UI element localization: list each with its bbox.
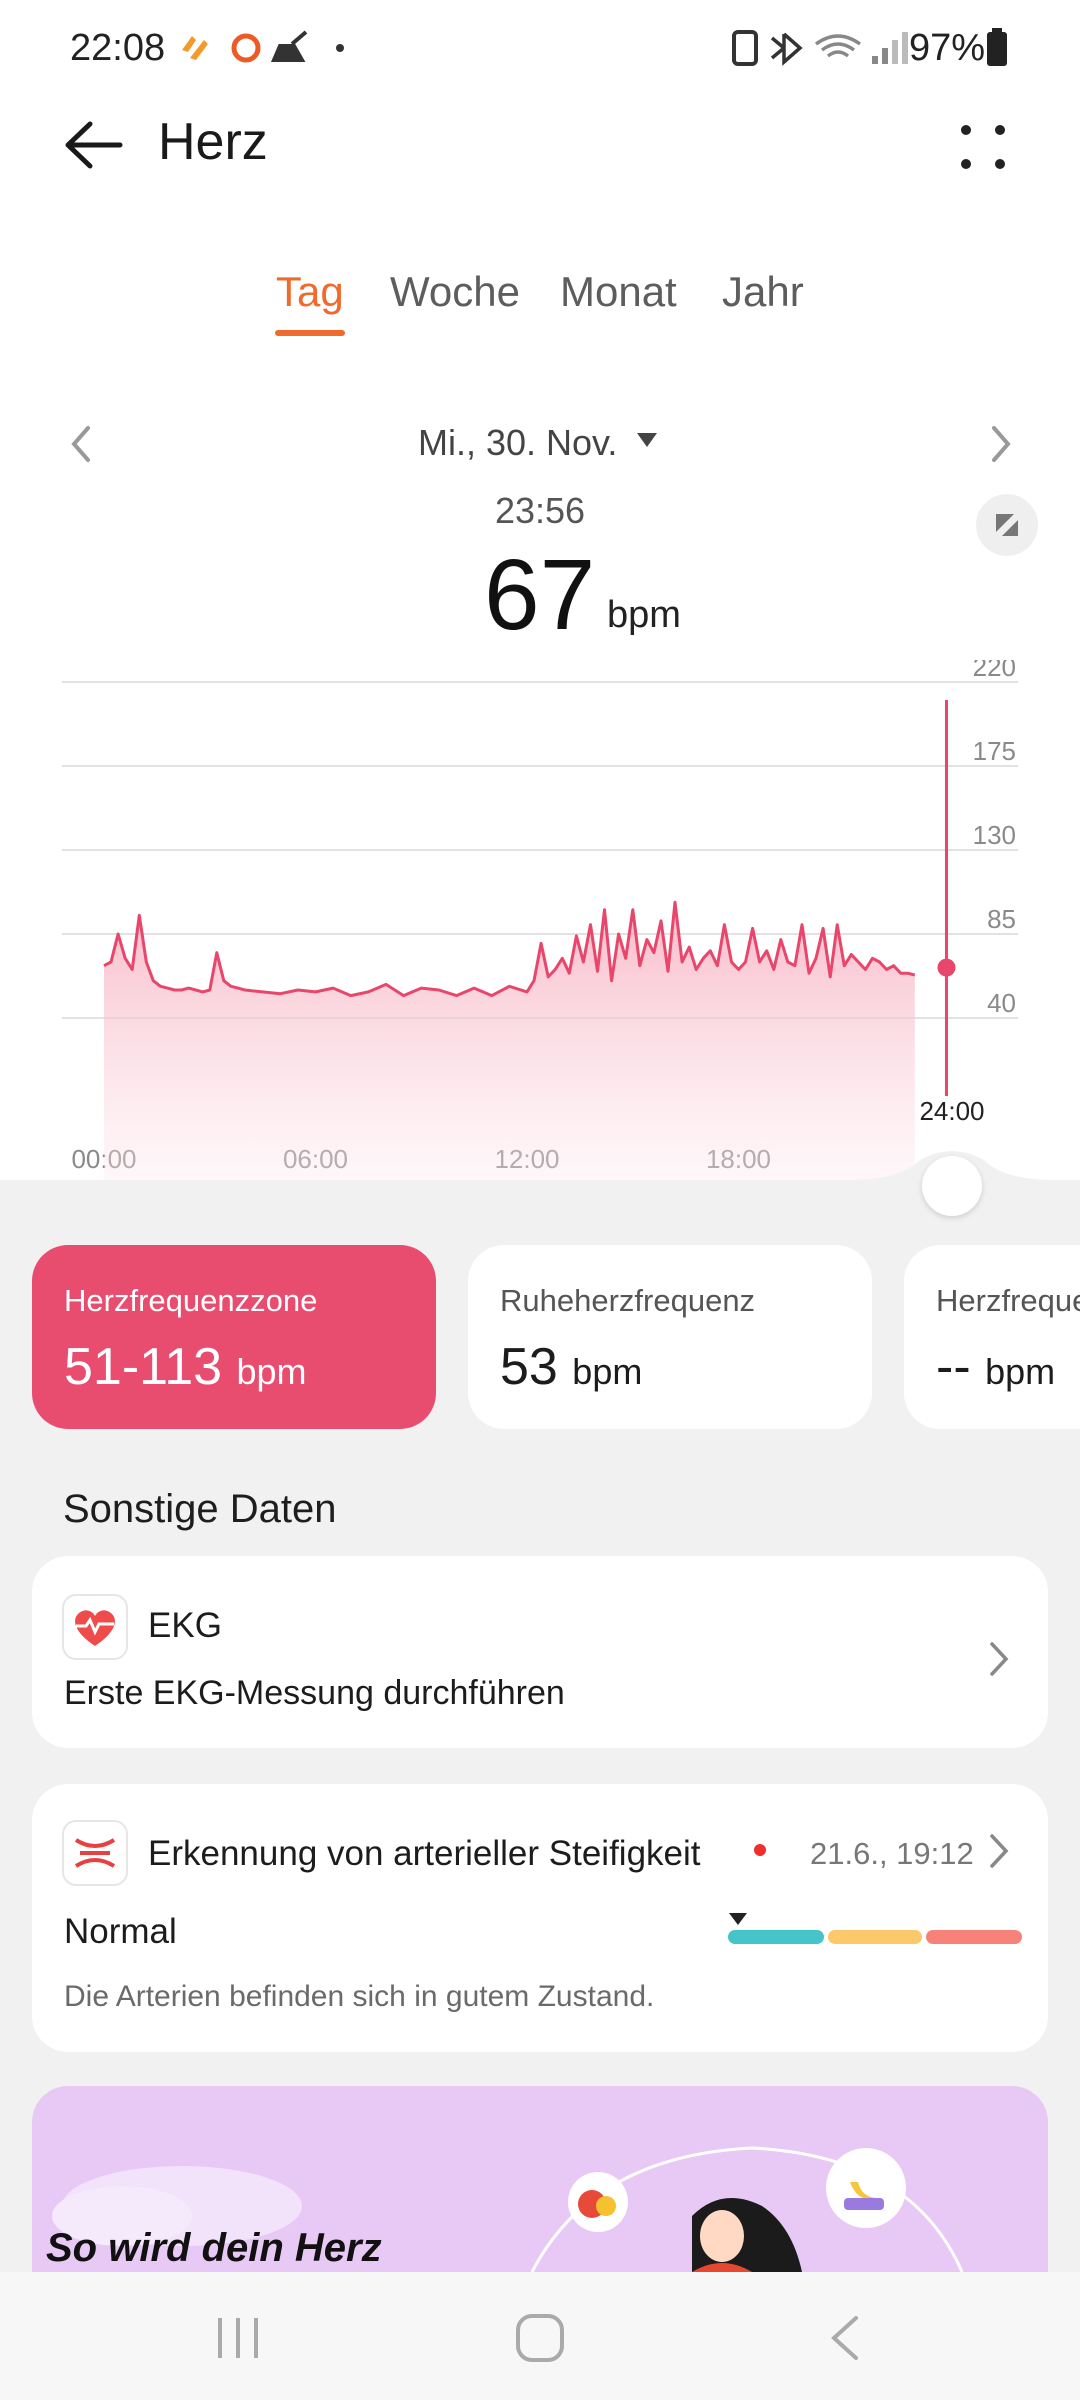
- heart-tips-banner[interactable]: So wird dein Herz: [32, 2086, 1048, 2272]
- card-value-unit: bpm: [985, 1351, 1056, 1392]
- active-tab-indicator: [275, 330, 345, 336]
- arterial-date: 21.6., 19:12: [810, 1836, 974, 1871]
- card-value: 51-113 bpm: [64, 1337, 307, 1397]
- card-value-unit: bpm: [236, 1351, 307, 1392]
- section-divider: [0, 1151, 1080, 1210]
- card-resting-heart-rate[interactable]: Ruheherzfrequenz 53 bpm: [468, 1245, 872, 1429]
- arterial-description: Die Arterien befinden sich in gutem Zust…: [64, 1980, 655, 2013]
- status-system-icons: [724, 26, 914, 75]
- card-title: Herzfrequenzzone: [64, 1283, 318, 1318]
- arterial-stiffness-icon: [62, 1820, 128, 1886]
- battery-icon: [986, 28, 1008, 73]
- heart-rate-chart[interactable]: 2201751308540 00:0006:0012:0018:0024:00: [0, 660, 1080, 1180]
- chevron-right-icon: [988, 1640, 1010, 1683]
- card-heart-rate-other[interactable]: Herzfrequenz -- bpm: [904, 1245, 1080, 1429]
- tab-jahr[interactable]: Jahr: [722, 268, 804, 316]
- new-indicator-dot: [754, 1844, 766, 1856]
- back-icon[interactable]: [826, 2314, 862, 2367]
- section-title-other-data: Sonstige Daten: [63, 1487, 337, 1531]
- tab-tag[interactable]: Tag: [276, 268, 344, 316]
- battery-percentage: 97%: [909, 27, 986, 69]
- status-notification-icons: [176, 28, 376, 73]
- y-tick-label: 130: [973, 820, 1016, 850]
- date-selector[interactable]: Mi., 30. Nov.: [418, 422, 617, 464]
- arterial-stiffness-card[interactable]: Erkennung von arterieller Steifigkeit 21…: [32, 1784, 1048, 2052]
- page-title: Herz: [158, 113, 268, 171]
- next-day-icon[interactable]: [988, 424, 1014, 469]
- level-bar-moderate: [828, 1930, 922, 1944]
- ekg-card[interactable]: EKG Erste EKG-Messung durchführen: [32, 1556, 1048, 1748]
- back-arrow-icon[interactable]: [64, 120, 124, 175]
- fullscreen-button[interactable]: [976, 494, 1038, 556]
- more-options-icon[interactable]: [958, 122, 1008, 177]
- arterial-status: Normal: [64, 1912, 177, 1951]
- ekg-subtitle: Erste EKG-Messung durchführen: [64, 1674, 565, 1712]
- recent-apps-icon[interactable]: [214, 2314, 262, 2367]
- heart-rate-unit: bpm: [607, 594, 681, 636]
- card-value-number: 51-113: [64, 1338, 223, 1396]
- y-tick-label: 40: [987, 988, 1016, 1018]
- card-value-unit: bpm: [572, 1351, 643, 1392]
- card-value-number: --: [936, 1338, 971, 1396]
- level-marker-icon: [728, 1912, 748, 1931]
- card-value: 53 bpm: [500, 1337, 642, 1397]
- tab-woche[interactable]: Woche: [390, 268, 520, 316]
- card-value: -- bpm: [936, 1337, 1055, 1397]
- timeline-slider-handle[interactable]: [922, 1156, 982, 1216]
- card-title: Ruheherzfrequenz: [500, 1283, 756, 1318]
- ekg-title: EKG: [148, 1606, 222, 1645]
- card-value-number: 53: [500, 1338, 558, 1396]
- home-icon[interactable]: [514, 2312, 566, 2369]
- x-tick-label: 24:00: [919, 1096, 984, 1126]
- selected-time: 23:56: [494, 490, 586, 531]
- heart-rate-value: 67: [484, 539, 596, 651]
- card-heart-rate-zone[interactable]: Herzfrequenzzone 51-113 bpm: [32, 1245, 436, 1429]
- heart-rate-area: [104, 902, 915, 1180]
- arterial-title: Erkennung von arterieller Steifigkeit: [148, 1834, 701, 1873]
- y-tick-label: 85: [987, 904, 1016, 934]
- y-tick-label: 175: [973, 736, 1016, 766]
- level-bar-high: [926, 1930, 1022, 1944]
- previous-day-icon[interactable]: [68, 424, 94, 469]
- ekg-heart-icon: [62, 1594, 128, 1660]
- tab-monat[interactable]: Monat: [560, 268, 677, 316]
- card-title: Herzfrequenz: [936, 1283, 1080, 1318]
- system-navigation-bar: [0, 2272, 1080, 2400]
- expand-icon: [996, 514, 1018, 536]
- y-tick-label: 220: [973, 660, 1016, 682]
- banner-title: So wird dein Herz: [46, 2226, 382, 2270]
- chevron-right-icon: [988, 1832, 1010, 1875]
- level-bar-normal: [728, 1930, 824, 1944]
- date-dropdown-icon[interactable]: [636, 432, 658, 453]
- status-time: 22:08: [70, 27, 166, 69]
- chart-cursor-dot: [937, 958, 956, 977]
